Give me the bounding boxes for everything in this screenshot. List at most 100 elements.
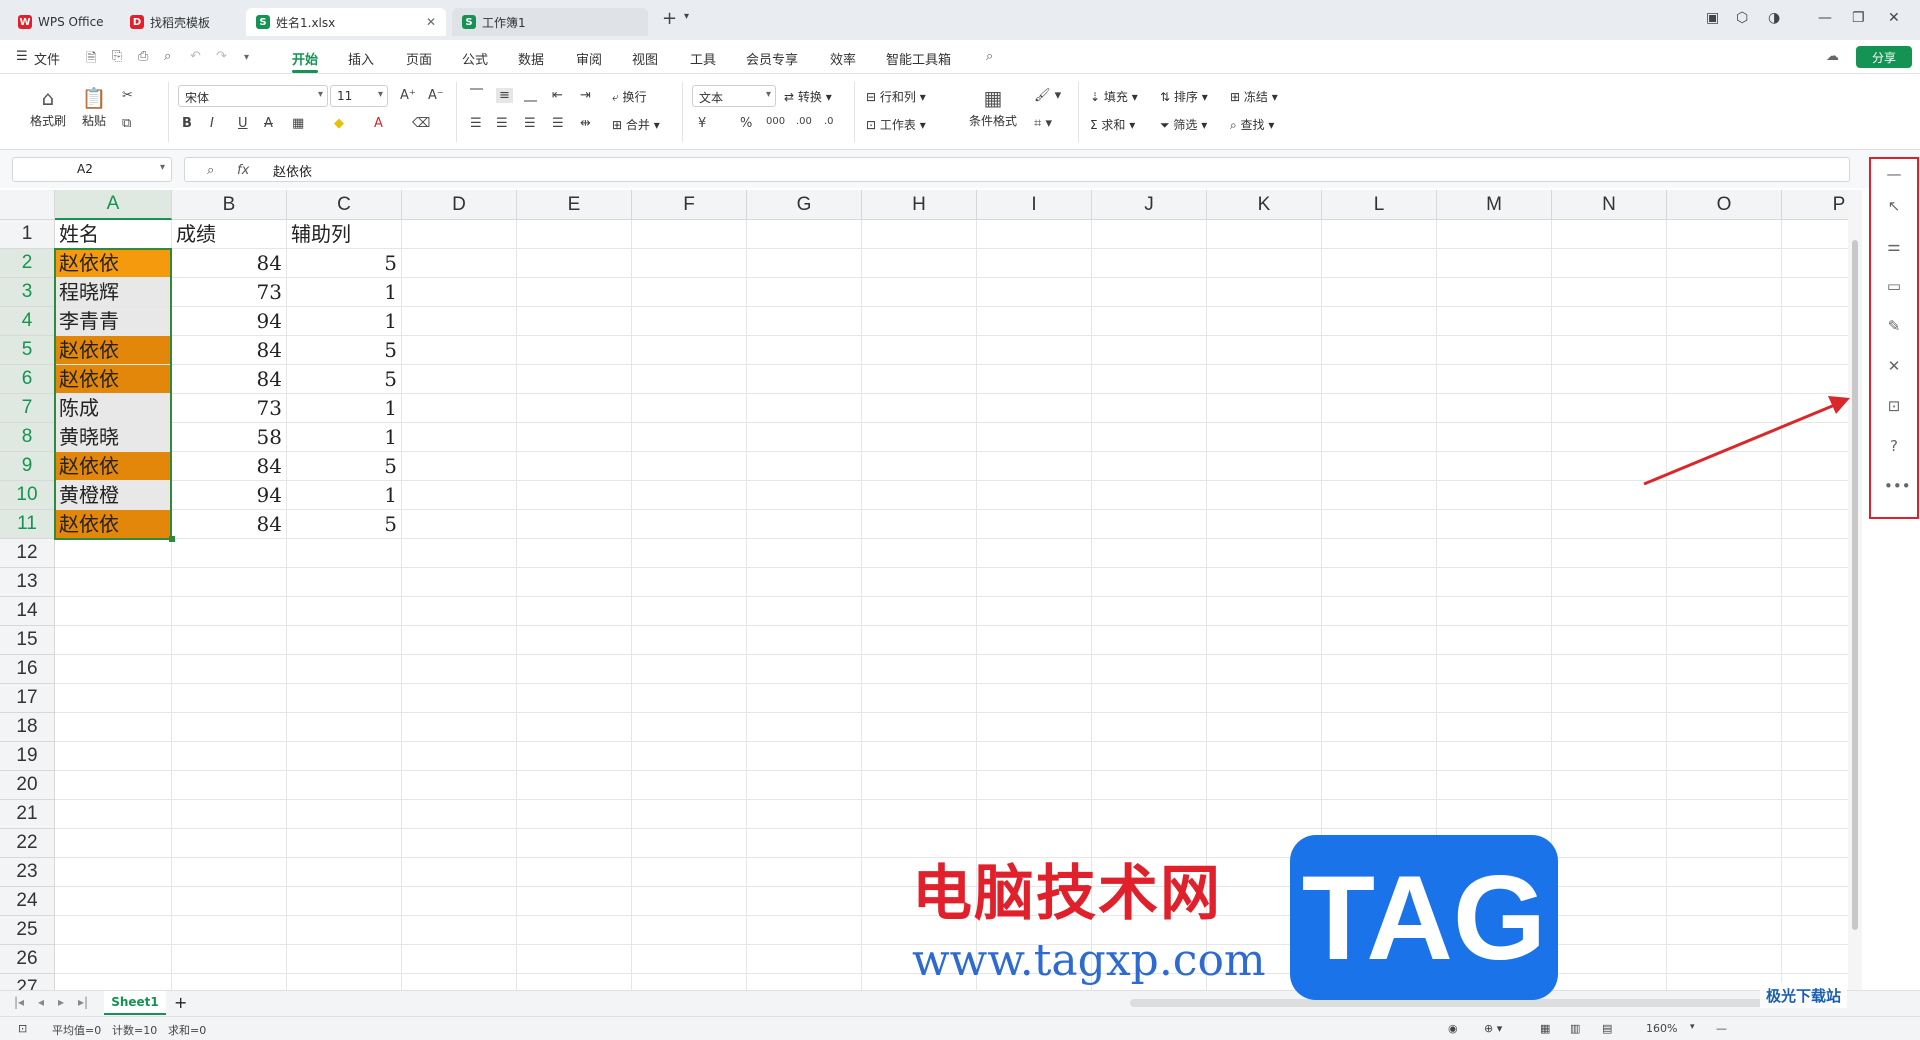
cell-c1[interactable]: 辅助列 bbox=[287, 220, 401, 248]
formula-input[interactable]: ⌕ fx 赵依依 bbox=[184, 157, 1850, 182]
search-icon[interactable]: ⌕ bbox=[986, 49, 993, 64]
cell-a3[interactable]: 程晓辉 bbox=[55, 278, 171, 306]
column-header-o[interactable]: O bbox=[1667, 190, 1782, 220]
row-header-17[interactable]: 17 bbox=[0, 684, 55, 713]
cell-a1[interactable]: 姓名 bbox=[55, 220, 171, 248]
column-header-e[interactable]: E bbox=[517, 190, 632, 220]
save-icon[interactable]: 🗎 bbox=[86, 49, 96, 71]
tools-icon[interactable]: ✕ bbox=[1884, 357, 1904, 377]
column-header-g[interactable]: G bbox=[747, 190, 862, 220]
thousands-icon[interactable]: 000 bbox=[766, 116, 785, 127]
sort-button[interactable]: ⇅ 排序 ▾ bbox=[1160, 88, 1208, 105]
minimize-icon[interactable]: — bbox=[1818, 10, 1832, 26]
cube-icon[interactable]: ⬡ bbox=[1736, 10, 1748, 26]
indent-increase-icon[interactable]: ⇥ bbox=[580, 88, 591, 103]
cell-c3[interactable]: 1 bbox=[287, 278, 401, 306]
close-icon[interactable]: ✕ bbox=[426, 15, 436, 29]
new-tab-icon[interactable]: + bbox=[662, 8, 677, 29]
cell-c7[interactable]: 1 bbox=[287, 394, 401, 422]
fill-handle[interactable] bbox=[169, 536, 175, 542]
row-header-5[interactable]: 5 bbox=[0, 336, 55, 365]
font-family-select[interactable]: 宋体 ▾ bbox=[178, 85, 328, 107]
select-all-corner[interactable] bbox=[0, 190, 55, 220]
cell-c5[interactable]: 5 bbox=[287, 336, 401, 364]
menu-smart-toolbox[interactable]: 智能工具箱 bbox=[886, 49, 951, 68]
row-header-27[interactable]: 27 bbox=[0, 974, 55, 990]
row-header-22[interactable]: 22 bbox=[0, 829, 55, 858]
menu-data[interactable]: 数据 bbox=[518, 49, 544, 68]
strikethrough-icon[interactable]: A bbox=[264, 116, 273, 131]
redo-icon[interactable]: ↷ bbox=[216, 49, 227, 64]
last-sheet-icon[interactable]: ▸| bbox=[78, 995, 88, 1009]
cell-a8[interactable]: 黄晓晓 bbox=[55, 423, 171, 451]
cell-a4[interactable]: 李青青 bbox=[55, 307, 171, 335]
cell-c10[interactable]: 1 bbox=[287, 481, 401, 509]
row-header-20[interactable]: 20 bbox=[0, 771, 55, 800]
copy-icon[interactable]: ⧉ bbox=[122, 116, 131, 131]
cell-a5[interactable]: 赵依依 bbox=[55, 336, 171, 364]
cell-b9[interactable]: 84 bbox=[172, 452, 286, 480]
row-header-6[interactable]: 6 bbox=[0, 365, 55, 394]
column-header-k[interactable]: K bbox=[1207, 190, 1322, 220]
cell-b1[interactable]: 成绩 bbox=[172, 220, 286, 248]
column-header-a[interactable]: A bbox=[55, 190, 172, 220]
cell-a2[interactable]: 赵依依 bbox=[55, 249, 171, 277]
cell-b10[interactable]: 94 bbox=[172, 481, 286, 509]
cell-b5[interactable]: 84 bbox=[172, 336, 286, 364]
justify-icon[interactable]: ☰ bbox=[552, 116, 564, 131]
menu-efficiency[interactable]: 效率 bbox=[830, 49, 856, 68]
row-header-24[interactable]: 24 bbox=[0, 887, 55, 916]
row-header-15[interactable]: 15 bbox=[0, 626, 55, 655]
increase-decimal-icon[interactable]: .00 bbox=[796, 116, 812, 127]
cell-style-icon[interactable]: 🖌 ▾ bbox=[1034, 88, 1061, 103]
font-color-icon[interactable]: A bbox=[374, 116, 383, 131]
cell-a9[interactable]: 赵依依 bbox=[55, 452, 171, 480]
row-header-10[interactable]: 10 bbox=[0, 481, 55, 510]
fill-button[interactable]: ⇣ 填充 ▾ bbox=[1090, 88, 1138, 105]
undo-icon[interactable]: ↶ bbox=[190, 49, 201, 64]
indent-decrease-icon[interactable]: ⇤ bbox=[552, 88, 563, 103]
column-header-n[interactable]: N bbox=[1552, 190, 1667, 220]
row-header-13[interactable]: 13 bbox=[0, 568, 55, 597]
more-icon[interactable]: ••• bbox=[1884, 477, 1911, 497]
align-right-icon[interactable]: ☰ bbox=[524, 116, 536, 131]
row-header-7[interactable]: 7 bbox=[0, 394, 55, 423]
row-header-19[interactable]: 19 bbox=[0, 742, 55, 771]
font-shrink-icon[interactable]: A⁻ bbox=[428, 88, 444, 103]
print-icon[interactable]: ⎙ bbox=[138, 49, 148, 64]
cell-c9[interactable]: 5 bbox=[287, 452, 401, 480]
scroll-thumb[interactable] bbox=[1852, 240, 1858, 930]
cell-b8[interactable]: 58 bbox=[172, 423, 286, 451]
conditional-format-button[interactable]: ▦ 条件格式 bbox=[962, 86, 1024, 129]
tab-template[interactable]: D 找稻壳模板 bbox=[120, 8, 238, 36]
page-break-icon[interactable]: ▤ bbox=[1602, 1022, 1612, 1035]
page-view-icon[interactable]: ▥ bbox=[1570, 1022, 1580, 1035]
share-button[interactable]: 分享 bbox=[1856, 46, 1912, 68]
cell-b4[interactable]: 94 bbox=[172, 307, 286, 335]
zoom-level[interactable]: 160% bbox=[1646, 1022, 1677, 1035]
cut-icon[interactable]: ✂ bbox=[122, 88, 133, 103]
cell-b7[interactable]: 73 bbox=[172, 394, 286, 422]
layout-icon[interactable]: ▣ bbox=[1706, 10, 1719, 26]
align-top-icon[interactable]: ⎺ bbox=[470, 88, 483, 103]
normal-view-icon[interactable]: ▦ bbox=[1540, 1022, 1550, 1035]
sum-button[interactable]: Σ 求和 ▾ bbox=[1090, 116, 1135, 133]
first-sheet-icon[interactable]: |◂ bbox=[14, 995, 24, 1009]
currency-icon[interactable]: ¥ bbox=[698, 116, 706, 131]
row-header-12[interactable]: 12 bbox=[0, 539, 55, 568]
cell-c8[interactable]: 1 bbox=[287, 423, 401, 451]
settings-sliders-icon[interactable]: ⚌ bbox=[1884, 237, 1904, 257]
column-header-p[interactable]: P bbox=[1782, 190, 1848, 220]
find-button[interactable]: ⌕ 查找 ▾ bbox=[1230, 116, 1274, 133]
column-header-m[interactable]: M bbox=[1437, 190, 1552, 220]
row-header-14[interactable]: 14 bbox=[0, 597, 55, 626]
tab-workbook[interactable]: S 工作簿1 bbox=[452, 8, 648, 36]
chevron-down-icon[interactable]: ▾ bbox=[244, 52, 249, 63]
row-header-25[interactable]: 25 bbox=[0, 916, 55, 945]
column-header-h[interactable]: H bbox=[862, 190, 977, 220]
row-header-3[interactable]: 3 bbox=[0, 278, 55, 307]
align-middle-icon[interactable]: ≡ bbox=[496, 88, 513, 103]
menu-vip[interactable]: 会员专享 bbox=[746, 49, 798, 68]
row-header-2[interactable]: 2 bbox=[0, 249, 55, 278]
wrap-button[interactable]: ⤶ 换行 bbox=[612, 88, 647, 105]
